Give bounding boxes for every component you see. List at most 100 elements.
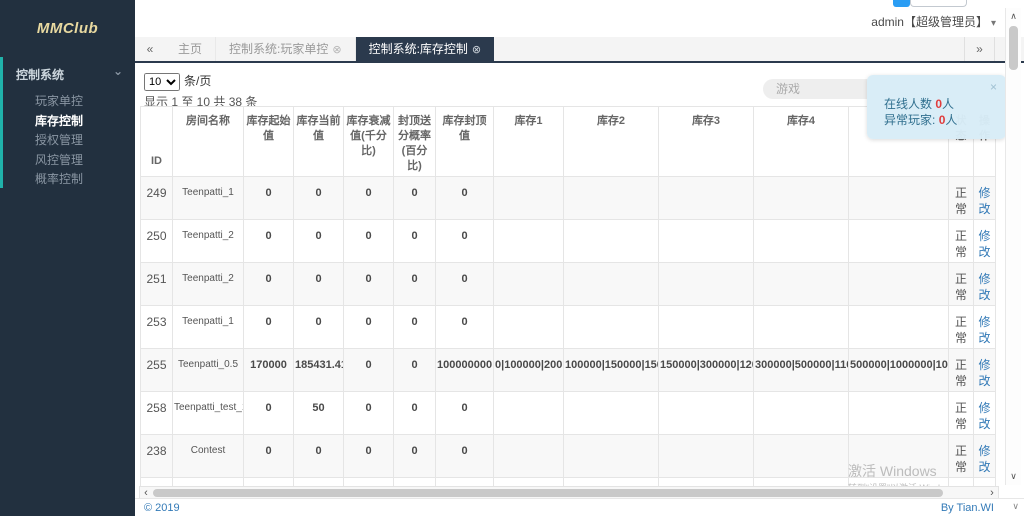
cell-inv5 bbox=[849, 435, 949, 478]
tab-inventory-control[interactable]: 控制系统:库存控制 ⊗ bbox=[356, 37, 495, 61]
status-link[interactable]: 正常 bbox=[955, 229, 967, 259]
cell-inv4 bbox=[754, 306, 849, 349]
cell-status: 正常 bbox=[949, 392, 974, 435]
online-stats-overlay: × 在线人数 0人 异常玩家: 0人 bbox=[867, 75, 1006, 139]
cell-cap: 0 bbox=[436, 263, 494, 306]
cell-inv5 bbox=[849, 392, 949, 435]
sidebar-item-player-control[interactable]: 玩家单控 bbox=[0, 92, 135, 112]
column-header-cap: 库存封顶值 bbox=[436, 107, 494, 177]
edit-link[interactable]: 修改 bbox=[978, 315, 990, 345]
sidebar-group-control-system[interactable]: 控制系统 ⌄ bbox=[0, 60, 135, 89]
column-header-inv4: 库存4 bbox=[754, 107, 849, 177]
status-link[interactable]: 正常 bbox=[955, 358, 967, 388]
scroll-up-icon[interactable]: ∧ bbox=[1006, 11, 1021, 22]
cell-start: 0 bbox=[244, 306, 294, 349]
cell-action: 修改 bbox=[974, 263, 996, 306]
page-size-control: 10 条/页 bbox=[144, 72, 211, 91]
cell-id: 238 bbox=[141, 435, 173, 478]
cell-inv2 bbox=[564, 435, 659, 478]
cell-prob: 0 bbox=[394, 220, 436, 263]
cell-id: 255 bbox=[141, 349, 173, 392]
horizontal-scroll-thumb[interactable] bbox=[153, 489, 943, 497]
status-link[interactable]: 正常 bbox=[955, 315, 967, 345]
app-logo: MMClub bbox=[0, 20, 135, 37]
cell-start: 0 bbox=[244, 177, 294, 220]
edit-link[interactable]: 修改 bbox=[978, 186, 990, 216]
cell-inv3 bbox=[659, 392, 754, 435]
tab-close-icon[interactable]: ⊗ bbox=[332, 44, 341, 56]
cell-inv3 bbox=[659, 306, 754, 349]
scroll-down-icon[interactable]: ∨ bbox=[1006, 471, 1021, 482]
cell-name: Teenpatti_2 bbox=[173, 220, 244, 263]
tabs-collapse-button[interactable]: « bbox=[135, 37, 165, 61]
tab-bar: « 主页控制系统:玩家单控⊗控制系统:库存控制⊗ » ▾ bbox=[135, 37, 1024, 63]
cell-start: 170000 bbox=[244, 349, 294, 392]
status-link[interactable]: 正常 bbox=[955, 444, 967, 474]
vertical-scroll-thumb[interactable] bbox=[1009, 26, 1018, 70]
sidebar-item-probability-control[interactable]: 概率控制 bbox=[0, 170, 135, 190]
cell-action: 修改 bbox=[974, 349, 996, 392]
cell-inv4 bbox=[754, 220, 849, 263]
close-icon[interactable]: × bbox=[990, 79, 997, 95]
edit-link[interactable]: 修改 bbox=[978, 272, 990, 302]
caret-down-icon: ▾ bbox=[991, 18, 996, 29]
page-scroll-down-icon[interactable]: ∨ bbox=[1012, 501, 1019, 512]
tab-label: 控制系统:库存控制 bbox=[369, 42, 468, 56]
cell-start: 0 bbox=[244, 263, 294, 306]
sidebar-item-risk-control[interactable]: 风控管理 bbox=[0, 151, 135, 171]
cell-cap: 0 bbox=[436, 392, 494, 435]
cell-action: 修改 bbox=[974, 220, 996, 263]
user-menu[interactable]: admin【超级管理员】▾ bbox=[871, 13, 996, 30]
edit-link[interactable]: 修改 bbox=[978, 358, 990, 388]
cell-name: Teenpatti_1 bbox=[173, 306, 244, 349]
cell-decay: 0 bbox=[344, 349, 394, 392]
cell-inv4: 300000|500000|110 bbox=[754, 349, 849, 392]
tab-close-icon[interactable]: ⊗ bbox=[472, 44, 481, 56]
edit-link[interactable]: 修改 bbox=[978, 401, 990, 431]
tab-label: 主页 bbox=[178, 42, 202, 56]
tab-home[interactable]: 主页 bbox=[165, 37, 216, 61]
edit-link[interactable]: 修改 bbox=[978, 444, 990, 474]
sidebar-item-authorization[interactable]: 授权管理 bbox=[0, 131, 135, 151]
table-row: 238Contest00000正常修改 bbox=[141, 435, 996, 478]
cell-id: 251 bbox=[141, 263, 173, 306]
edit-link[interactable]: 修改 bbox=[978, 229, 990, 259]
cell-inv2 bbox=[564, 220, 659, 263]
cell-cap: 0 bbox=[436, 435, 494, 478]
user-label: admin【超级管理员】 bbox=[871, 15, 988, 29]
footer: © 2019 By Tian.WI ∨ bbox=[135, 498, 1024, 516]
cell-status: 正常 bbox=[949, 306, 974, 349]
browser-popup-fragment-field bbox=[910, 0, 967, 7]
table-row: 258Teenpatti_test_1050000正常修改 bbox=[141, 392, 996, 435]
cell-cap: 0 bbox=[436, 306, 494, 349]
page-size-label: 条/页 bbox=[184, 74, 211, 88]
page-size-select[interactable]: 10 bbox=[144, 73, 180, 91]
cell-inv4 bbox=[754, 263, 849, 306]
status-link[interactable]: 正常 bbox=[955, 272, 967, 302]
cell-current: 185431.41 bbox=[294, 349, 344, 392]
copyright-link[interactable]: © 2019 bbox=[144, 502, 180, 514]
cell-current: 0 bbox=[294, 435, 344, 478]
status-link[interactable]: 正常 bbox=[955, 186, 967, 216]
tab-player-control[interactable]: 控制系统:玩家单控⊗ bbox=[216, 37, 356, 61]
cell-name: Teenpatti_0.5 bbox=[173, 349, 244, 392]
status-link[interactable]: 正常 bbox=[955, 401, 967, 431]
vertical-scrollbar[interactable]: ∧ ∨ bbox=[1005, 8, 1021, 485]
table-row: 251Teenpatti_200000正常修改 bbox=[141, 263, 996, 306]
cell-prob: 0 bbox=[394, 435, 436, 478]
cell-status: 正常 bbox=[949, 263, 974, 306]
sidebar-item-inventory-control[interactable]: 库存控制 bbox=[0, 112, 135, 132]
cell-prob: 0 bbox=[394, 392, 436, 435]
cell-current: 0 bbox=[294, 263, 344, 306]
table-row: 249Teenpatti_100000正常修改 bbox=[141, 177, 996, 220]
cell-name: Teenpatti_test_1 bbox=[173, 392, 244, 435]
tabs-forward-button[interactable]: » bbox=[964, 37, 994, 61]
cell-inv5 bbox=[849, 220, 949, 263]
cell-decay: 0 bbox=[344, 435, 394, 478]
cell-action: 修改 bbox=[974, 435, 996, 478]
cell-inv1 bbox=[494, 392, 564, 435]
cell-status: 正常 bbox=[949, 435, 974, 478]
credit-link[interactable]: By Tian.WI bbox=[941, 502, 994, 514]
cell-id: 250 bbox=[141, 220, 173, 263]
cell-start: 0 bbox=[244, 220, 294, 263]
